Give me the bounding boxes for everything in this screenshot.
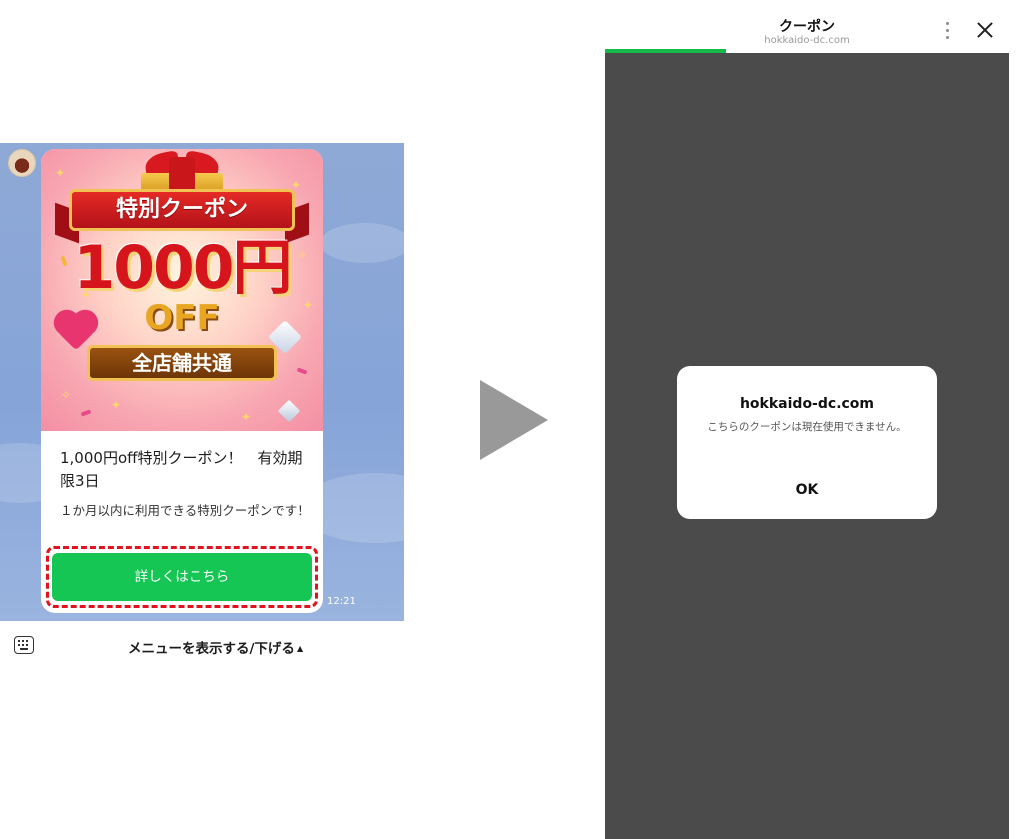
heart-gem-icon	[57, 313, 95, 351]
banner-plate: 全店舗共通	[87, 345, 277, 381]
diamond-icon	[277, 399, 301, 423]
sparkle-icon: ✦	[111, 398, 122, 412]
coupon-banner-image[interactable]: ✦ ✦ ✦ ✦ ✦ ✦ ✧ ✧ 特別クーポン 1000円 OFF 全店舗共通	[41, 149, 323, 431]
coupon-message-card[interactable]: ✦ ✦ ✦ ✦ ✦ ✦ ✧ ✧ 特別クーポン 1000円 OFF 全店舗共通 1…	[41, 149, 323, 613]
close-icon[interactable]	[977, 22, 993, 38]
webview-content: hokkaido-dc.com こちらのクーポンは現在使用できません。 OK	[605, 53, 1009, 839]
browser-header: クーポン hokkaido-dc.com	[605, 0, 1009, 52]
background-cloud	[320, 223, 404, 263]
dialog-title: hokkaido-dc.com	[739, 396, 875, 412]
message-title: 1,000円off特別クーポン！ 有効期限3日	[60, 449, 303, 490]
caret-up-icon: ▲	[296, 644, 304, 653]
details-button[interactable]: 詳しくはこちら	[52, 553, 312, 601]
ok-button[interactable]: OK	[767, 478, 847, 502]
alert-dialog: hokkaido-dc.com こちらのクーポンは現在使用できません。 OK	[677, 366, 937, 519]
chat-area: ✦ ✦ ✦ ✦ ✦ ✦ ✧ ✧ 特別クーポン 1000円 OFF 全店舗共通 1…	[0, 143, 404, 621]
sparkle-icon: ✦	[241, 410, 252, 424]
sparkle-icon: ✧	[61, 388, 72, 402]
banner-title: 特別クーポン	[69, 189, 295, 231]
confetti	[296, 367, 308, 375]
message-timestamp: 12:21	[327, 596, 356, 607]
more-options-icon[interactable]	[945, 22, 949, 40]
shop-avatar-icon[interactable]	[8, 149, 36, 177]
menu-toggle-label[interactable]: メニューを表示する/下げる ▲	[128, 637, 303, 657]
rich-menu-bar[interactable]: メニューを表示する/下げる ▲	[0, 622, 404, 670]
play-arrow-icon	[480, 380, 548, 460]
menu-toggle-text: メニューを表示する/下げる	[128, 641, 295, 657]
confetti	[80, 409, 92, 417]
banner-amount: 1000円	[73, 233, 293, 303]
dialog-message: こちらのクーポンは現在使用できません。	[707, 421, 907, 433]
sparkle-icon: ✦	[55, 166, 66, 180]
message-body: １か月以内に利用できる特別クーポンです！	[60, 503, 310, 518]
keyboard-icon[interactable]	[14, 636, 34, 654]
